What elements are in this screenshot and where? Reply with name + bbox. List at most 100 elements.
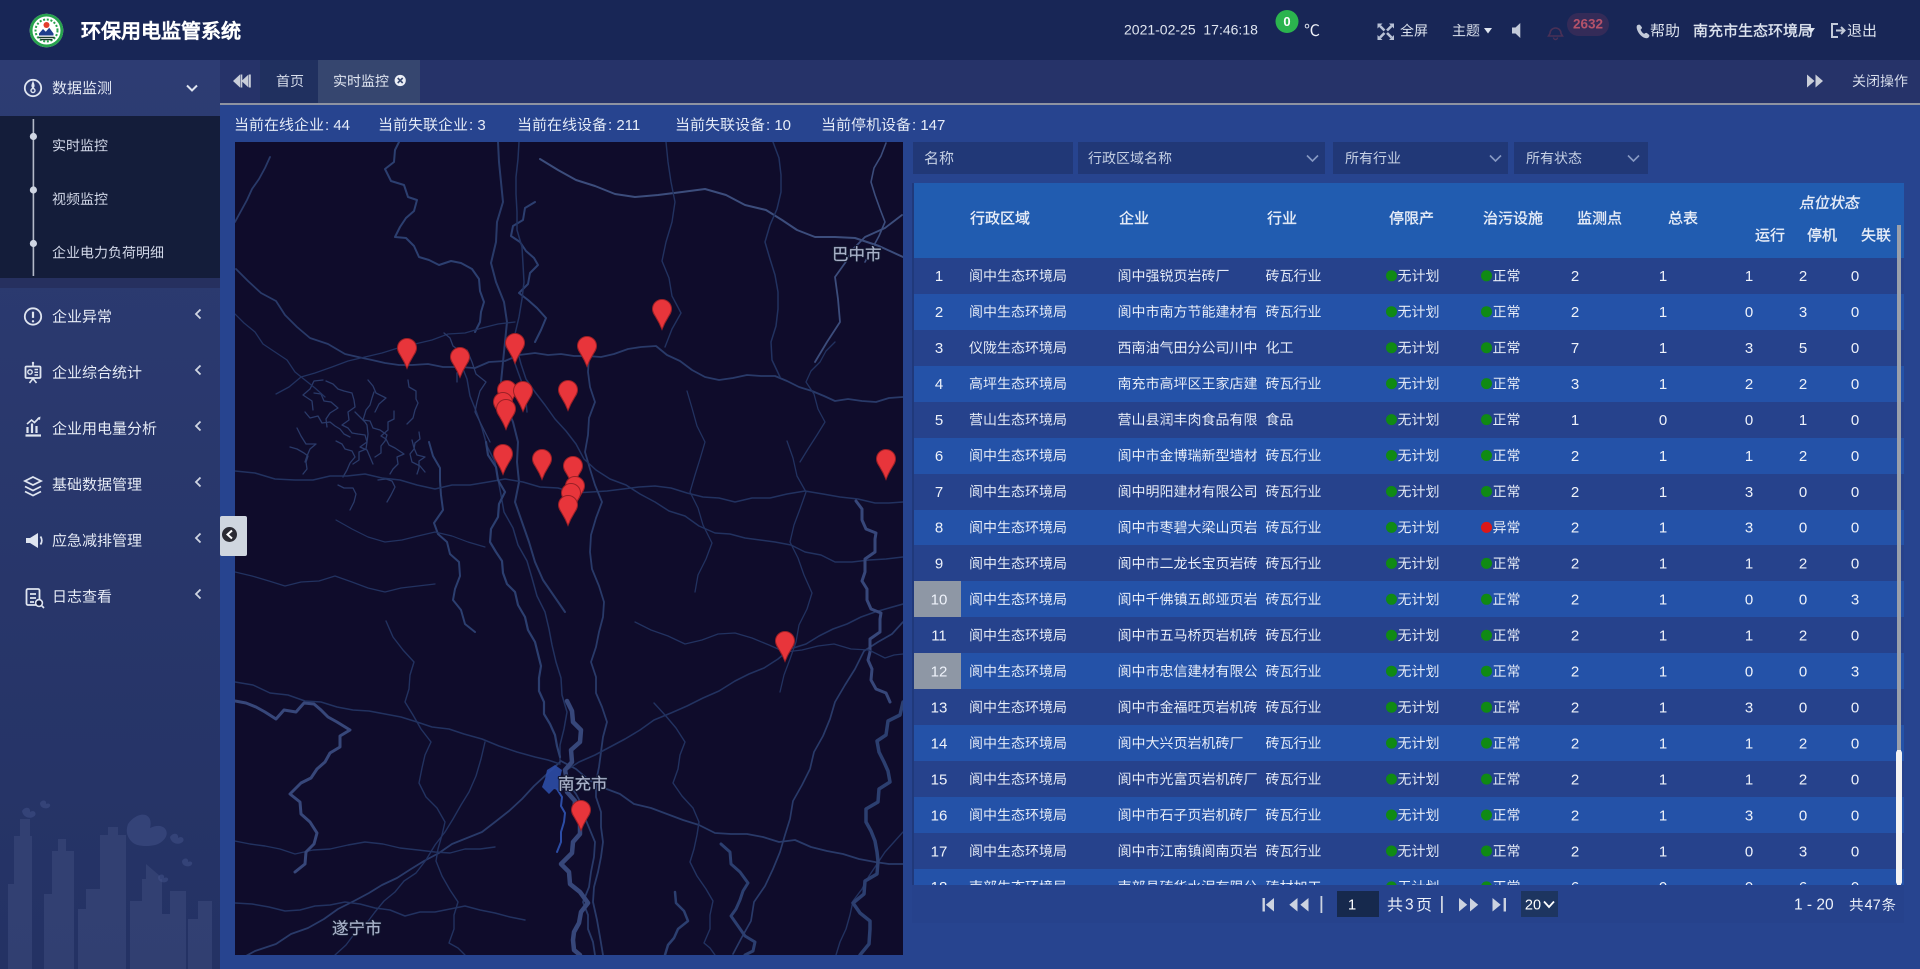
svg-text:1: 1 (1659, 843, 1667, 860)
svg-text:13: 13 (931, 700, 948, 717)
svg-text:1: 1 (1745, 268, 1753, 285)
svg-text:: 44: : 44 (325, 117, 350, 134)
svg-text:2: 2 (1571, 628, 1579, 645)
svg-text:1: 1 (1745, 771, 1753, 788)
svg-text:2: 2 (935, 304, 943, 321)
svg-text:1: 1 (1348, 897, 1356, 914)
svg-text:0: 0 (1851, 628, 1859, 645)
svg-text:0: 0 (1799, 484, 1807, 501)
svg-text:6: 6 (935, 448, 943, 465)
svg-text:3: 3 (1745, 340, 1753, 357)
svg-text:2: 2 (1571, 268, 1579, 285)
svg-text:0: 0 (1745, 412, 1753, 429)
svg-text:1: 1 (1745, 735, 1753, 752)
svg-text:12: 12 (931, 664, 948, 681)
svg-text:2632: 2632 (1573, 17, 1603, 32)
svg-text:0: 0 (1745, 664, 1753, 681)
svg-text:1: 1 (1659, 484, 1667, 501)
svg-text:3: 3 (1851, 664, 1859, 681)
svg-text:0: 0 (1745, 592, 1753, 609)
svg-text:1 - 20: 1 - 20 (1794, 897, 1834, 914)
svg-text:0: 0 (1851, 771, 1859, 788)
svg-text:2: 2 (1799, 448, 1807, 465)
svg-text:20: 20 (1525, 898, 1541, 914)
svg-text:2: 2 (1571, 843, 1579, 860)
svg-text:8: 8 (935, 520, 943, 537)
svg-text:5: 5 (1799, 340, 1807, 357)
svg-text:0: 0 (1851, 807, 1859, 824)
svg-text:0: 0 (1851, 268, 1859, 285)
svg-text:3: 3 (1799, 843, 1807, 860)
svg-text:1: 1 (1659, 771, 1667, 788)
svg-text:3: 3 (1745, 484, 1753, 501)
svg-text:2: 2 (1799, 735, 1807, 752)
svg-text:5: 5 (935, 412, 943, 429)
svg-text:17: 17 (931, 843, 948, 860)
svg-text:0: 0 (1851, 448, 1859, 465)
svg-text:0: 0 (1799, 520, 1807, 537)
svg-text:1: 1 (1659, 807, 1667, 824)
svg-text:0: 0 (1851, 700, 1859, 717)
svg-text:0: 0 (1799, 700, 1807, 717)
svg-text:0: 0 (1851, 556, 1859, 573)
svg-text:2021-02-25 17:46:18: 2021-02-25 17:46:18 (1124, 22, 1258, 38)
svg-text:11: 11 (931, 628, 947, 645)
svg-text:7: 7 (1571, 340, 1579, 357)
svg-text:0: 0 (1851, 376, 1859, 393)
svg-text:2: 2 (1799, 771, 1807, 788)
svg-text:3: 3 (1851, 592, 1859, 609)
svg-text:0: 0 (1745, 304, 1753, 321)
svg-text:: 10: : 10 (766, 117, 791, 134)
svg-text:1: 1 (1745, 628, 1753, 645)
svg-text:1: 1 (1659, 592, 1667, 609)
svg-text:1: 1 (935, 268, 943, 285)
svg-text:2: 2 (1799, 376, 1807, 393)
svg-text:1: 1 (1745, 556, 1753, 573)
svg-text:1: 1 (1659, 628, 1667, 645)
svg-text:2: 2 (1571, 735, 1579, 752)
svg-text:1: 1 (1659, 340, 1667, 357)
svg-text:0: 0 (1851, 520, 1859, 537)
svg-text:3: 3 (1745, 700, 1753, 717)
svg-text:0: 0 (1851, 304, 1859, 321)
svg-text:0: 0 (1799, 592, 1807, 609)
svg-text:0: 0 (1851, 484, 1859, 501)
svg-text:47: 47 (1865, 898, 1881, 914)
svg-text:4: 4 (935, 376, 943, 393)
svg-text:2: 2 (1799, 556, 1807, 573)
svg-text:2: 2 (1799, 268, 1807, 285)
svg-text:2: 2 (1571, 592, 1579, 609)
svg-text:1: 1 (1659, 700, 1667, 717)
svg-text:7: 7 (935, 484, 943, 501)
svg-text:0: 0 (1799, 807, 1807, 824)
svg-text:2: 2 (1571, 664, 1579, 681)
svg-text:3: 3 (1405, 897, 1414, 914)
svg-text:14: 14 (931, 735, 948, 752)
svg-text:1: 1 (1659, 448, 1667, 465)
svg-text:2: 2 (1799, 628, 1807, 645)
svg-text:2: 2 (1571, 448, 1579, 465)
svg-text:0: 0 (1283, 14, 1290, 29)
svg-text:9: 9 (935, 556, 943, 573)
svg-text:0: 0 (1799, 664, 1807, 681)
svg-text:1: 1 (1659, 520, 1667, 537)
svg-text:1: 1 (1659, 664, 1667, 681)
svg-text:2: 2 (1571, 807, 1579, 824)
svg-text:3: 3 (1571, 376, 1579, 393)
svg-text:2: 2 (1571, 484, 1579, 501)
svg-text:1: 1 (1745, 448, 1753, 465)
svg-text:3: 3 (935, 340, 943, 357)
svg-text:10: 10 (931, 592, 948, 609)
svg-text:2: 2 (1571, 304, 1579, 321)
svg-text:0: 0 (1851, 412, 1859, 429)
svg-text:0: 0 (1851, 735, 1859, 752)
svg-text:3: 3 (1745, 807, 1753, 824)
svg-text:2: 2 (1571, 556, 1579, 573)
svg-text:2: 2 (1571, 771, 1579, 788)
svg-text:15: 15 (931, 771, 948, 788)
svg-text:3: 3 (1745, 520, 1753, 537)
svg-text:16: 16 (931, 807, 948, 824)
svg-text:1: 1 (1659, 556, 1667, 573)
svg-text:0: 0 (1851, 340, 1859, 357)
svg-text:1: 1 (1659, 735, 1667, 752)
